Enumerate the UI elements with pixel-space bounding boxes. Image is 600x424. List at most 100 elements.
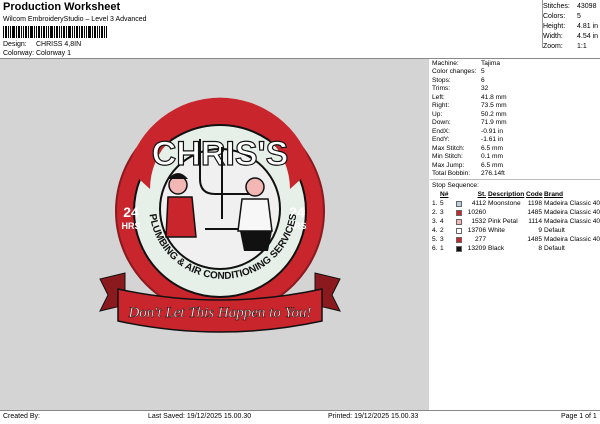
info-row: Max Stitch: 6.5 mm <box>430 144 600 153</box>
design-label: Design: <box>3 41 27 48</box>
stat-row: Height: 4.81 in <box>543 21 600 31</box>
summary-stats: Stitches: 43098 Colors: 5 Height: 4.81 in W… <box>543 1 600 51</box>
stop-index: 4. <box>432 227 438 234</box>
info-value: 6 <box>481 76 485 84</box>
info-value: 0.1 mm <box>481 153 503 161</box>
thread-swatch <box>456 245 462 252</box>
swatch-cell <box>456 209 464 216</box>
info-label: Min Stitch: <box>432 153 463 161</box>
stop-code: 1485 <box>527 236 542 243</box>
info-row: Down: 71.9 mm <box>430 119 600 128</box>
col-code: Code <box>526 191 543 198</box>
stat-label: Colors: <box>543 12 566 20</box>
info-panel: Machine: Tajima Color changes: 5 Stops: 6 T… <box>430 59 600 410</box>
info-label: Up: <box>432 110 443 118</box>
thread-swatch <box>456 227 462 234</box>
stat-row: Zoom: 1:1 <box>543 41 600 51</box>
stop-needle: 5 <box>440 200 444 207</box>
info-value: Tajima <box>481 59 501 67</box>
col-brand: Brand <box>544 191 564 198</box>
last-saved: Last Saved: 19/12/2025 15.00.30 <box>148 413 252 420</box>
stop-row: 2. 3 10260 1485 Madeira Classic 40 <box>430 208 600 217</box>
stop-code: 9 <box>538 227 542 234</box>
stat-value: 5 <box>577 12 581 20</box>
info-row: Right: 73.5 mm <box>430 102 600 111</box>
stop-row: 1. 5 4112 Moonstone 1198 Madeira Classic 40 <box>430 199 600 208</box>
stop-sequence-rows: 1. 5 4112 Moonstone 1198 Madeira Classic 40 2.… <box>430 199 600 253</box>
col-st: St. <box>477 191 486 198</box>
stop-description: White <box>488 227 505 234</box>
stop-index: 5. <box>432 236 438 243</box>
info-row: Stops: 6 <box>430 76 600 85</box>
stop-code: 1485 <box>527 209 542 216</box>
design-value: CHRISS 4,8IN <box>36 41 82 48</box>
stop-code: 1114 <box>528 218 542 225</box>
stop-needle: 3 <box>440 209 444 216</box>
info-label: Max Jump: <box>432 161 465 169</box>
stat-value: 43098 <box>577 2 597 10</box>
stop-brand: Default <box>544 227 565 234</box>
info-label: Left: <box>432 93 445 101</box>
swatch-cell <box>456 236 464 243</box>
stop-needle: 3 <box>440 236 444 243</box>
info-label: Right: <box>432 102 450 110</box>
stop-needle: 2 <box>440 227 444 234</box>
thread-swatch <box>456 218 462 225</box>
info-value: 6.5 mm <box>481 161 503 169</box>
info-value: 50.2 mm <box>481 110 507 118</box>
swatch-cell <box>456 218 464 225</box>
info-label: Trims: <box>432 85 451 93</box>
stop-brand: Madeira Classic 40 <box>544 218 600 225</box>
info-label: Down: <box>432 119 451 127</box>
col-n: N# <box>440 191 449 198</box>
info-value: 276.14ft <box>481 170 505 178</box>
stop-brand: Madeira Classic 40 <box>544 200 600 207</box>
swatch-cell <box>456 245 464 252</box>
stop-row: 5. 3 277 1485 Madeira Classic 40 <box>430 235 600 244</box>
hrs-left: HRS <box>121 221 140 231</box>
stop-index: 3. <box>432 218 438 225</box>
stop-stitches: 277 <box>474 236 486 243</box>
page-number: Page 1 of 1 <box>561 413 597 420</box>
colorway-value: Colorway 1 <box>36 50 72 57</box>
info-label: Color changes: <box>432 68 477 76</box>
stop-sequence-header: N# St. Description Code Brand <box>430 190 600 199</box>
info-value: -0.91 in <box>481 127 503 135</box>
stat-row: Stitches: 43098 <box>543 1 600 11</box>
info-row: Machine: Tajima <box>430 59 600 68</box>
info-row: Up: 50.2 mm <box>430 110 600 119</box>
stop-index: 6. <box>432 245 438 252</box>
stat-value: 4.81 in <box>577 22 599 30</box>
design-preview: CHRIS'S 24 HRS 24 HRS PLUMBING & AIR CON… <box>0 59 429 410</box>
stop-brand: Default <box>544 245 565 252</box>
stop-description: Pink Petal <box>488 218 518 225</box>
swatch-cell <box>456 227 464 234</box>
stop-index: 2. <box>432 209 438 216</box>
stop-needle: 4 <box>440 218 444 225</box>
info-row: EndX: -0.91 in <box>430 127 600 136</box>
thread-swatch <box>456 209 462 216</box>
stat-value: 4.54 in <box>577 32 599 40</box>
thread-swatch <box>456 236 462 243</box>
info-label: Stops: <box>432 76 451 84</box>
stat-row: Width: 4.54 in <box>543 31 600 41</box>
info-row: Max Jump: 6.5 mm <box>430 161 600 170</box>
software-name: Wilcom EmbroideryStudio – Level 3 Advanc… <box>3 16 147 23</box>
embroidery-logo: CHRIS'S 24 HRS 24 HRS PLUMBING & AIR CON… <box>99 97 341 333</box>
stop-code: 1198 <box>527 200 542 207</box>
barcode-image <box>3 26 107 38</box>
stop-brand: Madeira Classic 40 <box>544 236 600 243</box>
info-row: Color changes: 5 <box>430 68 600 77</box>
worksheet-title: Production Worksheet <box>3 1 121 13</box>
info-label: EndX: <box>432 127 450 135</box>
info-label: Total Bobbin: <box>432 170 471 178</box>
info-label: EndY: <box>432 136 450 144</box>
stop-sequence-title: Stop Sequence: <box>432 182 479 189</box>
stop-brand: Madeira Classic 40 <box>544 209 600 216</box>
stop-code: 8 <box>538 245 542 252</box>
info-row: Trims: 32 <box>430 85 600 94</box>
swatch-cell <box>456 200 464 207</box>
info-label: Machine: <box>432 59 459 67</box>
logo-title: CHRIS'S <box>152 135 289 173</box>
info-row: Left: 41.8 mm <box>430 93 600 102</box>
